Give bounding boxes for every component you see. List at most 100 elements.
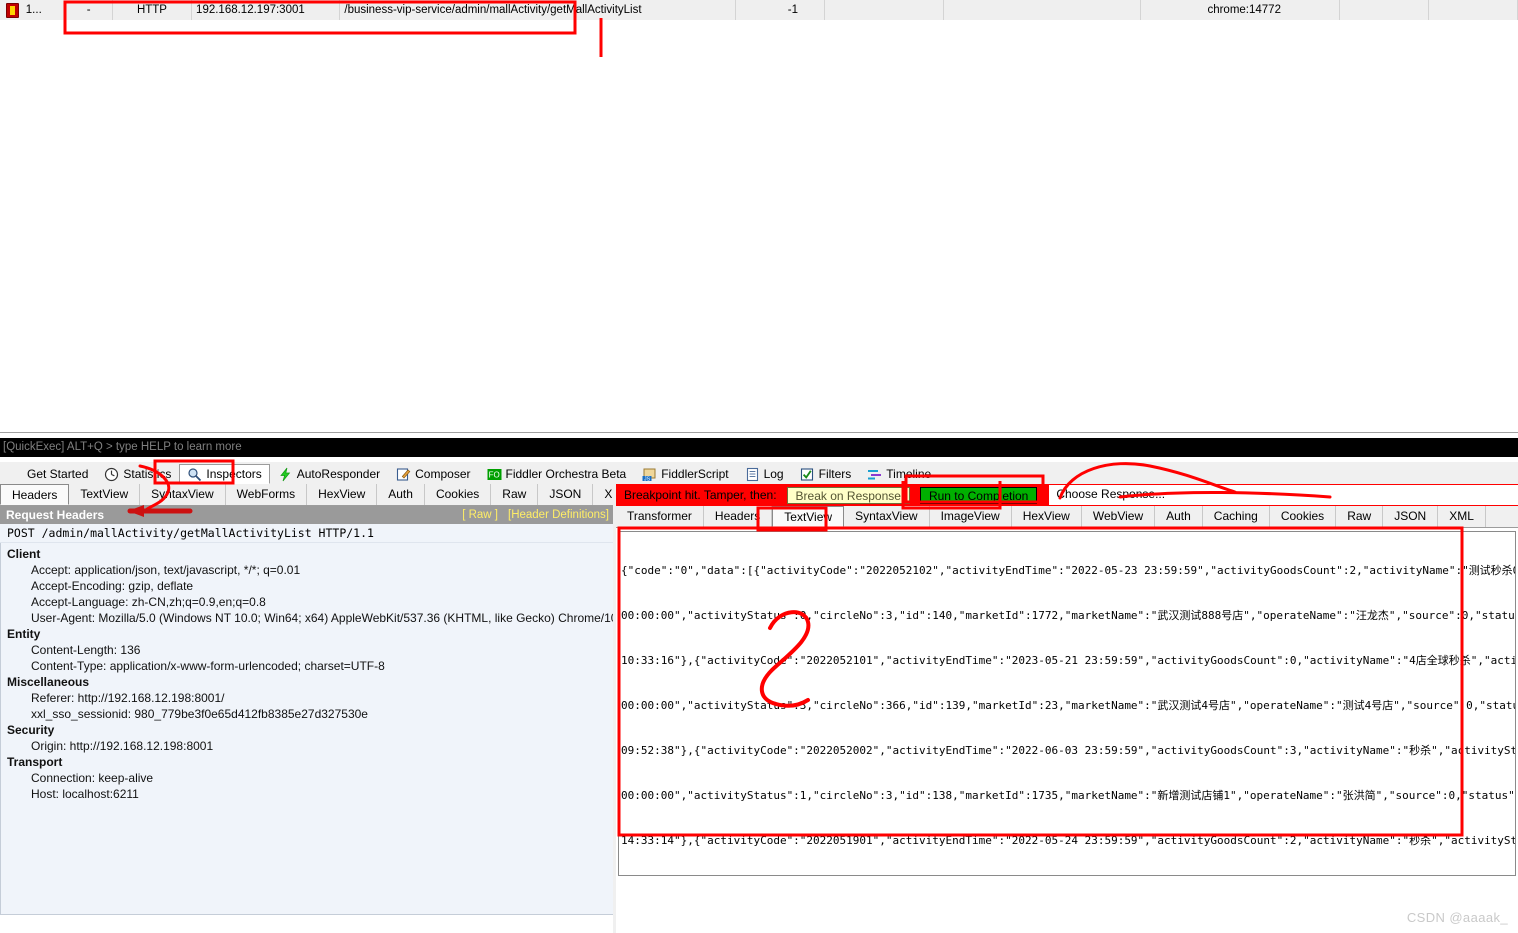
- response-line: 09:52:38"},{"activityCode":"2022052002",…: [621, 744, 1515, 757]
- header-group-entity: Entity: [7, 627, 41, 641]
- tab-label: AutoResponder: [296, 467, 381, 481]
- tab-label: Get Started: [27, 467, 89, 481]
- session-custom: [1429, 0, 1518, 20]
- log-icon: [745, 467, 760, 482]
- fo-badge-icon: FO: [487, 467, 502, 482]
- response-tab-webview[interactable]: WebView: [1081, 506, 1156, 527]
- run-to-completion-button[interactable]: Run to Completion: [919, 486, 1038, 504]
- session-comments: [1340, 0, 1429, 20]
- tab-fiddler-orchestra-beta[interactable]: FO Fiddler Orchestra Beta: [478, 464, 635, 484]
- choose-response-button[interactable]: Choose Response...: [1049, 485, 1518, 505]
- request-tab-hexview[interactable]: HexView: [307, 484, 378, 505]
- lightning-icon: [278, 467, 293, 482]
- request-tab-strip[interactable]: Headers TextView SyntaxView WebForms Hex…: [0, 484, 664, 506]
- session-caching: [825, 0, 944, 20]
- tab-filters[interactable]: Filters: [791, 464, 860, 484]
- header-item: Connection: keep-alive: [31, 771, 154, 785]
- session-protocol: HTTP: [113, 0, 193, 20]
- tab-autoresponder[interactable]: AutoResponder: [269, 464, 389, 484]
- request-headers-body[interactable]: Client Accept: application/json, text/ja…: [0, 543, 614, 915]
- session-content-type: [944, 0, 1142, 20]
- request-tab-json[interactable]: JSON: [538, 484, 594, 505]
- tab-label: Timeline: [886, 467, 932, 481]
- session-list[interactable]: 1... - HTTP 192.168.12.197:3001 /busines…: [0, 0, 1518, 433]
- tab-log[interactable]: Log: [736, 464, 792, 484]
- header-group-miscellaneous: Miscellaneous: [7, 675, 90, 689]
- session-body: -1: [736, 0, 826, 20]
- request-tab-syntaxview[interactable]: SyntaxView: [140, 484, 226, 505]
- response-line: 00:00:00","activityStatus":1,"circleNo":…: [621, 789, 1515, 802]
- svg-text:FO: FO: [488, 470, 499, 479]
- raw-link[interactable]: [ Raw ]: [462, 509, 498, 521]
- tab-label: Fiddler Orchestra Beta: [505, 467, 627, 481]
- request-line: POST /admin/mallActivity/getMallActivity…: [0, 524, 614, 543]
- header-item: Host: localhost:6211: [31, 787, 139, 801]
- header-group-security: Security: [7, 723, 55, 737]
- request-tab-headers[interactable]: Headers: [0, 484, 70, 505]
- tab-timeline[interactable]: Timeline: [859, 464, 940, 484]
- response-line: 00:00:00","activityStatus":3,"circleNo":…: [621, 699, 1515, 712]
- response-tab-imageview[interactable]: ImageView: [929, 506, 1012, 527]
- session-id: 1...: [25, 4, 42, 16]
- fiddler-window: 1... - HTTP 192.168.12.197:3001 /busines…: [0, 0, 1518, 933]
- request-headers-title: Request Headers: [6, 508, 105, 522]
- tab-fiddlerscript[interactable]: JS FiddlerScript: [634, 464, 737, 484]
- header-item: User-Agent: Mozilla/5.0 (Windows NT 10.0…: [31, 611, 613, 625]
- header-item: Accept-Encoding: gzip, deflate: [31, 579, 194, 593]
- tab-label: Inspectors: [206, 467, 262, 481]
- header-item: Content-Type: application/x-www-form-url…: [31, 659, 385, 673]
- response-tab-textview[interactable]: TextView: [772, 506, 845, 527]
- response-tab-syntaxview[interactable]: SyntaxView: [844, 506, 930, 527]
- tab-inspectors[interactable]: Inspectors: [179, 464, 270, 484]
- response-tab-xml[interactable]: XML: [1438, 506, 1486, 527]
- magnifier-icon: [187, 467, 202, 482]
- tab-get-started[interactable]: Get Started: [0, 464, 97, 484]
- response-line: {"code":"0","data":[{"activityCode":"202…: [621, 564, 1515, 577]
- quickexec-bar[interactable]: [QuickExec] ALT+Q > type HELP to learn m…: [0, 438, 1518, 457]
- response-line: 10:33:16"},{"activityCode":"2022052101",…: [621, 654, 1515, 667]
- main-tab-strip[interactable]: Get Started Statistics Inspectors AutoRe…: [0, 462, 1518, 485]
- response-line: 00:00:00","activityStatus":0,"circleNo":…: [621, 609, 1515, 622]
- response-tab-transformer[interactable]: Transformer: [616, 506, 704, 527]
- header-item: Accept-Language: zh-CN,zh;q=0.9,en;q=0.8: [31, 595, 266, 609]
- request-tab-auth[interactable]: Auth: [377, 484, 425, 505]
- session-row[interactable]: 1... - HTTP 192.168.12.197:3001 /busines…: [0, 0, 1518, 20]
- response-tab-hexview[interactable]: HexView: [1011, 506, 1082, 527]
- tab-label: Statistics: [123, 467, 172, 481]
- csdn-watermark: CSDN @aaaak_: [1406, 910, 1508, 925]
- header-group-transport: Transport: [7, 755, 63, 769]
- request-tab-textview[interactable]: TextView: [69, 484, 141, 505]
- session-result: -: [65, 0, 113, 20]
- script-icon: JS: [642, 467, 657, 482]
- response-tab-auth[interactable]: Auth: [1155, 506, 1203, 527]
- tab-label: Composer: [415, 467, 471, 481]
- session-url: /business-vip-service/admin/mallActivity…: [340, 0, 736, 20]
- response-body-textview[interactable]: {"code":"0","data":[{"activityCode":"202…: [618, 531, 1516, 876]
- header-item: Origin: http://192.168.12.198:8001: [31, 739, 214, 753]
- header-item: Accept: application/json, text/javascrip…: [31, 563, 301, 577]
- breakpoint-message: Breakpoint hit. Tamper, then:: [624, 488, 777, 502]
- request-tab-cookies[interactable]: Cookies: [424, 484, 492, 505]
- svg-text:JS: JS: [644, 476, 651, 482]
- request-tab-webforms[interactable]: WebForms: [225, 484, 308, 505]
- response-tab-filler: [1485, 506, 1518, 527]
- header-definitions-link[interactable]: [Header Definitions]: [508, 509, 609, 521]
- header-item: Referer: http://192.168.12.198:8001/: [31, 691, 225, 705]
- tab-label: FiddlerScript: [661, 467, 729, 481]
- response-tab-strip[interactable]: Transformer Headers TextView SyntaxView …: [616, 506, 1518, 528]
- response-tab-json[interactable]: JSON: [1383, 506, 1439, 527]
- response-tab-cookies[interactable]: Cookies: [1269, 506, 1337, 527]
- request-pane: Headers TextView SyntaxView WebForms Hex…: [0, 484, 664, 933]
- response-pane: Breakpoint hit. Tamper, then: Break on R…: [616, 484, 1518, 933]
- tab-composer[interactable]: Composer: [388, 464, 479, 484]
- request-tab-raw[interactable]: Raw: [491, 484, 539, 505]
- session-host: 192.168.12.197:3001: [192, 0, 341, 20]
- breakpoint-icon: [4, 2, 22, 18]
- response-tab-raw[interactable]: Raw: [1336, 506, 1384, 527]
- header-item: xxl_sso_sessionid: 980_779be3f0e65d412fb…: [31, 707, 368, 721]
- session-process: chrome:14772: [1141, 0, 1340, 20]
- response-tab-headers[interactable]: Headers: [703, 506, 773, 527]
- tab-statistics[interactable]: Statistics: [96, 464, 180, 484]
- response-tab-caching[interactable]: Caching: [1202, 506, 1270, 527]
- break-on-response-button[interactable]: Break on Response: [786, 486, 910, 504]
